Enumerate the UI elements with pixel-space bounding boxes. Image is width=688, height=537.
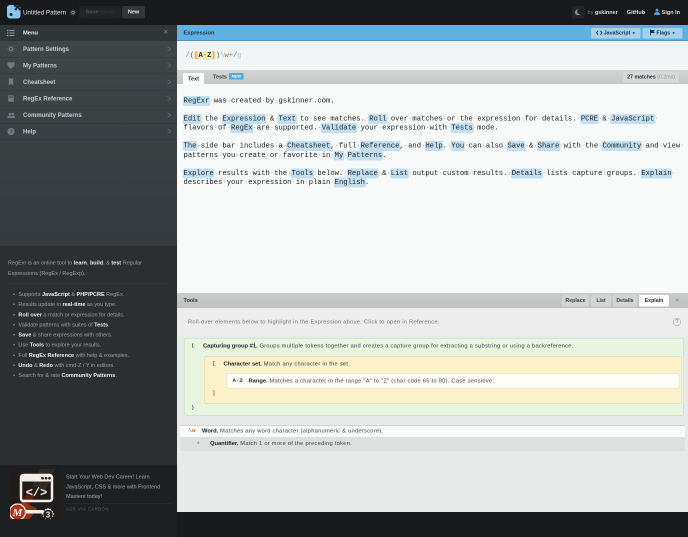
svg-text:M: M xyxy=(12,507,24,519)
svg-text:?: ? xyxy=(9,129,12,135)
svg-text:</>: </> xyxy=(26,486,48,500)
